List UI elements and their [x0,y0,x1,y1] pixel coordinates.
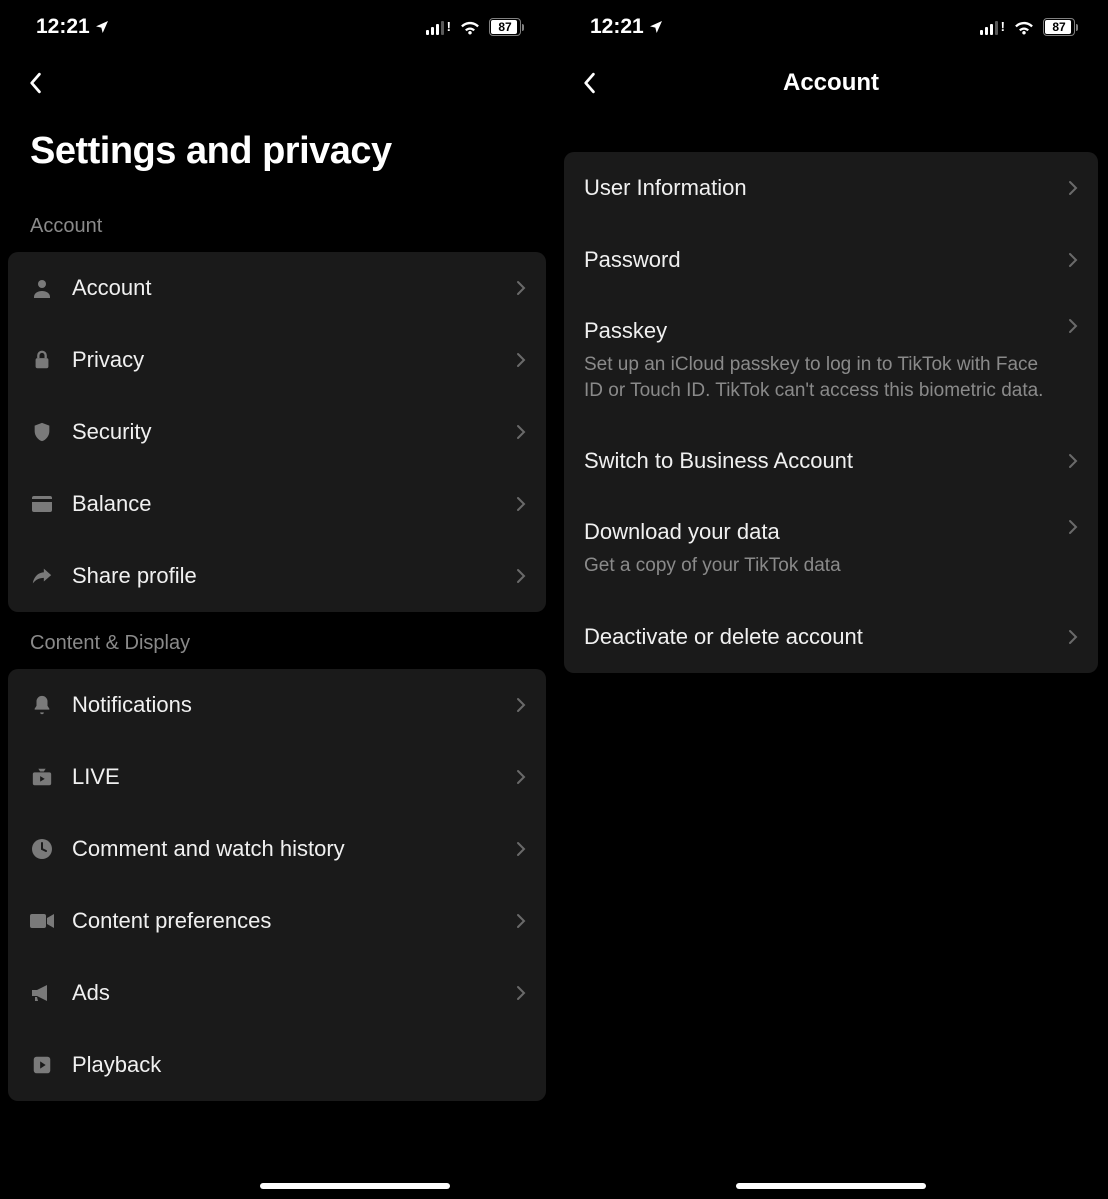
video-icon [28,907,56,935]
status-left: 12:21 [590,15,664,39]
row-privacy[interactable]: Privacy [8,324,546,396]
person-icon [28,274,56,302]
status-time: 12:21 [590,15,644,39]
chevron-right-icon [516,424,526,440]
cellular-signal-icon: ! [426,19,451,35]
wallet-icon [28,490,56,518]
live-icon [28,763,56,791]
row-label: Download your data [584,519,1056,545]
row-passkey[interactable]: Passkey Set up an iCloud passkey to log … [564,296,1098,425]
row-label: LIVE [72,764,504,790]
row-content-preferences[interactable]: Content preferences [8,885,546,957]
nav-bar [0,54,554,112]
location-icon [94,19,110,35]
row-user-information[interactable]: User Information [564,152,1098,224]
row-download-data[interactable]: Download your data Get a copy of your Ti… [564,497,1098,601]
row-deactivate[interactable]: Deactivate or delete account [564,601,1098,673]
row-comment-history[interactable]: Comment and watch history [8,813,546,885]
chevron-right-icon [1068,180,1078,196]
lock-icon [28,346,56,374]
bell-icon [28,691,56,719]
row-label: Security [72,419,504,445]
chevron-right-icon [516,985,526,1001]
chevron-right-icon [1068,629,1078,645]
share-icon [28,562,56,590]
row-label: Notifications [72,692,504,718]
chevron-right-icon [516,841,526,857]
cellular-signal-icon: ! [980,19,1005,35]
row-label: Password [584,247,1056,273]
chevron-right-icon [1068,519,1078,535]
account-card: User Information Password Passkey Set up… [564,152,1098,673]
account-screen: 12:21 ! 87 Account User Information [554,0,1108,1199]
row-label: Deactivate or delete account [584,624,1056,650]
chevron-right-icon [516,697,526,713]
status-right: ! 87 [426,18,524,36]
battery-icon: 87 [489,18,524,36]
home-indicator[interactable] [736,1183,926,1189]
status-time: 12:21 [36,15,90,39]
row-label: User Information [584,175,1056,201]
row-subtitle: Get a copy of your TikTok data [584,553,1056,579]
status-bar: 12:21 ! 87 [554,0,1108,54]
nav-bar: Account [554,54,1108,112]
row-label: Passkey [584,318,1056,344]
chevron-right-icon [1068,453,1078,469]
location-icon [648,19,664,35]
row-live[interactable]: LIVE [8,741,546,813]
shield-icon [28,418,56,446]
megaphone-icon [28,979,56,1007]
row-subtitle: Set up an iCloud passkey to log in to Ti… [584,352,1056,403]
row-switch-business[interactable]: Switch to Business Account [564,425,1098,497]
row-label: Balance [72,491,504,517]
section-header-content: Content & Display [0,612,554,669]
wifi-icon [459,19,481,35]
nav-title: Account [554,69,1108,97]
status-left: 12:21 [36,15,110,39]
row-label: Ads [72,980,504,1006]
row-playback[interactable]: Playback [8,1029,546,1101]
chevron-right-icon [516,352,526,368]
row-label: Content preferences [72,908,504,934]
row-ads[interactable]: Ads [8,957,546,1029]
chevron-right-icon [516,913,526,929]
row-label: Comment and watch history [72,836,504,862]
battery-icon: 87 [1043,18,1078,36]
row-label: Account [72,275,504,301]
row-label: Share profile [72,563,504,589]
chevron-right-icon [516,769,526,785]
chevron-right-icon [1068,318,1078,334]
home-indicator[interactable] [260,1183,450,1189]
back-button[interactable] [18,66,52,100]
play-icon [28,1051,56,1079]
page-title: Settings and privacy [0,112,554,195]
row-label: Privacy [72,347,504,373]
chevron-right-icon [1068,252,1078,268]
section-header-account: Account [0,195,554,252]
row-share-profile[interactable]: Share profile [8,540,546,612]
status-bar: 12:21 ! 87 [0,0,554,54]
row-label: Switch to Business Account [584,448,1056,474]
row-account[interactable]: Account [8,252,546,324]
row-security[interactable]: Security [8,396,546,468]
row-notifications[interactable]: Notifications [8,669,546,741]
back-button[interactable] [572,66,606,100]
section-card-content: Notifications LIVE Comment and watch his… [8,669,546,1101]
clock-icon [28,835,56,863]
settings-screen: 12:21 ! 87 Settings and privacy Account [0,0,554,1199]
row-password[interactable]: Password [564,224,1098,296]
status-right: ! 87 [980,18,1078,36]
wifi-icon [1013,19,1035,35]
row-balance[interactable]: Balance [8,468,546,540]
chevron-right-icon [516,280,526,296]
row-label: Playback [72,1052,526,1078]
chevron-right-icon [516,568,526,584]
section-card-account: Account Privacy Security Balance [8,252,546,612]
chevron-right-icon [516,496,526,512]
